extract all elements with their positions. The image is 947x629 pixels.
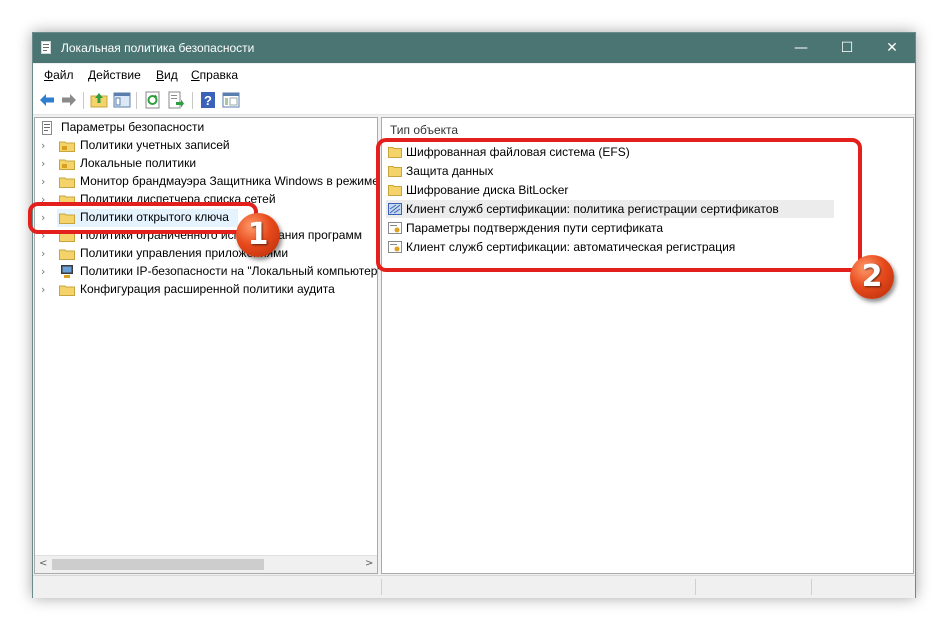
menu-view[interactable]: Вид bbox=[156, 68, 178, 82]
tree-item-advanced-audit[interactable]: › Конфигурация расширенной политики ауди… bbox=[35, 281, 375, 299]
security-policy-app-icon bbox=[41, 41, 51, 54]
tree-item-label: Политики учетных записей bbox=[80, 138, 230, 152]
folder-icon bbox=[59, 285, 75, 296]
locked-folder-icon bbox=[59, 141, 75, 152]
window-title: Локальная политика безопасности bbox=[61, 41, 255, 55]
chevron-right-icon[interactable]: › bbox=[41, 175, 45, 188]
tree-item-label: Конфигурация расширенной политики аудита bbox=[80, 282, 335, 296]
tree-item-ip-security[interactable]: › Политики IP-безопасности на "Локальный… bbox=[35, 263, 382, 281]
help-icon[interactable]: ? bbox=[199, 91, 217, 109]
maximize-button[interactable]: ☐ bbox=[824, 33, 870, 63]
ipsec-icon bbox=[61, 265, 73, 278]
menu-bar: Файл Действие Вид Справка bbox=[33, 64, 915, 86]
app-window: Локальная политика безопасности — ☐ ✕ Фа… bbox=[32, 32, 916, 598]
column-header-object-type[interactable]: Тип объекта bbox=[390, 123, 458, 137]
status-divider bbox=[695, 579, 696, 595]
tree-item-label: Локальные политики bbox=[80, 156, 197, 170]
minimize-button[interactable]: — bbox=[778, 33, 824, 63]
chevron-right-icon[interactable]: › bbox=[41, 247, 45, 260]
tree-item-label: Монитор брандмауэра Защитника Windows в … bbox=[80, 174, 379, 188]
tree-item-label: Политики IP-безопасности на "Локальный к… bbox=[80, 264, 382, 278]
scrollbar-thumb[interactable] bbox=[52, 559, 264, 570]
security-settings-icon bbox=[42, 121, 52, 135]
highlight-box-2 bbox=[376, 138, 862, 272]
chevron-right-icon[interactable]: › bbox=[41, 139, 45, 152]
tree-item-account-policies[interactable]: › Политики учетных записей bbox=[35, 137, 375, 155]
svg-text:?: ? bbox=[204, 93, 212, 108]
scroll-right-icon[interactable]: > bbox=[365, 558, 373, 569]
menu-file[interactable]: Файл bbox=[44, 68, 74, 82]
show-tree-icon[interactable] bbox=[113, 91, 131, 109]
toolbar-separator bbox=[136, 92, 137, 109]
close-button[interactable]: ✕ bbox=[869, 33, 915, 63]
up-folder-icon[interactable] bbox=[90, 91, 108, 109]
tree-root-label: Параметры безопасности bbox=[61, 120, 205, 134]
tree-root[interactable]: Параметры безопасности bbox=[35, 119, 375, 137]
tree-pane[interactable]: Параметры безопасности › Политики учетны… bbox=[34, 117, 382, 574]
chevron-right-icon[interactable]: › bbox=[41, 157, 45, 170]
properties-icon[interactable] bbox=[222, 91, 240, 109]
step-badge-2: 2 bbox=[850, 255, 894, 299]
status-divider bbox=[811, 579, 812, 595]
menu-help[interactable]: Справка bbox=[191, 68, 238, 82]
toolbar: ? bbox=[33, 86, 915, 115]
refresh-icon[interactable] bbox=[144, 91, 162, 109]
tree-item-application-control[interactable]: › Политики управления приложениями bbox=[35, 245, 375, 263]
folder-icon bbox=[59, 249, 75, 260]
status-bar bbox=[33, 575, 915, 598]
toolbar-separator bbox=[83, 92, 84, 109]
folder-icon bbox=[59, 177, 75, 188]
chevron-right-icon[interactable]: › bbox=[41, 283, 45, 296]
highlight-box-1 bbox=[28, 202, 258, 234]
toolbar-separator bbox=[192, 92, 193, 109]
menu-action[interactable]: Действие bbox=[88, 68, 141, 82]
scroll-left-icon[interactable]: < bbox=[39, 558, 47, 569]
forward-icon[interactable] bbox=[60, 91, 78, 109]
export-list-icon[interactable] bbox=[167, 91, 185, 109]
tree-item-local-policies[interactable]: › Локальные политики bbox=[35, 155, 375, 173]
title-bar[interactable]: Локальная политика безопасности — ☐ ✕ bbox=[33, 33, 915, 63]
locked-folder-icon bbox=[59, 159, 75, 170]
tree-item-firewall-monitor[interactable]: › Монитор брандмауэра Защитника Windows … bbox=[35, 173, 379, 191]
chevron-right-icon[interactable]: › bbox=[41, 265, 45, 278]
horizontal-scrollbar[interactable]: < > bbox=[35, 555, 377, 573]
step-badge-1: 1 bbox=[236, 213, 280, 257]
back-icon[interactable] bbox=[38, 91, 56, 109]
status-divider bbox=[381, 579, 382, 595]
